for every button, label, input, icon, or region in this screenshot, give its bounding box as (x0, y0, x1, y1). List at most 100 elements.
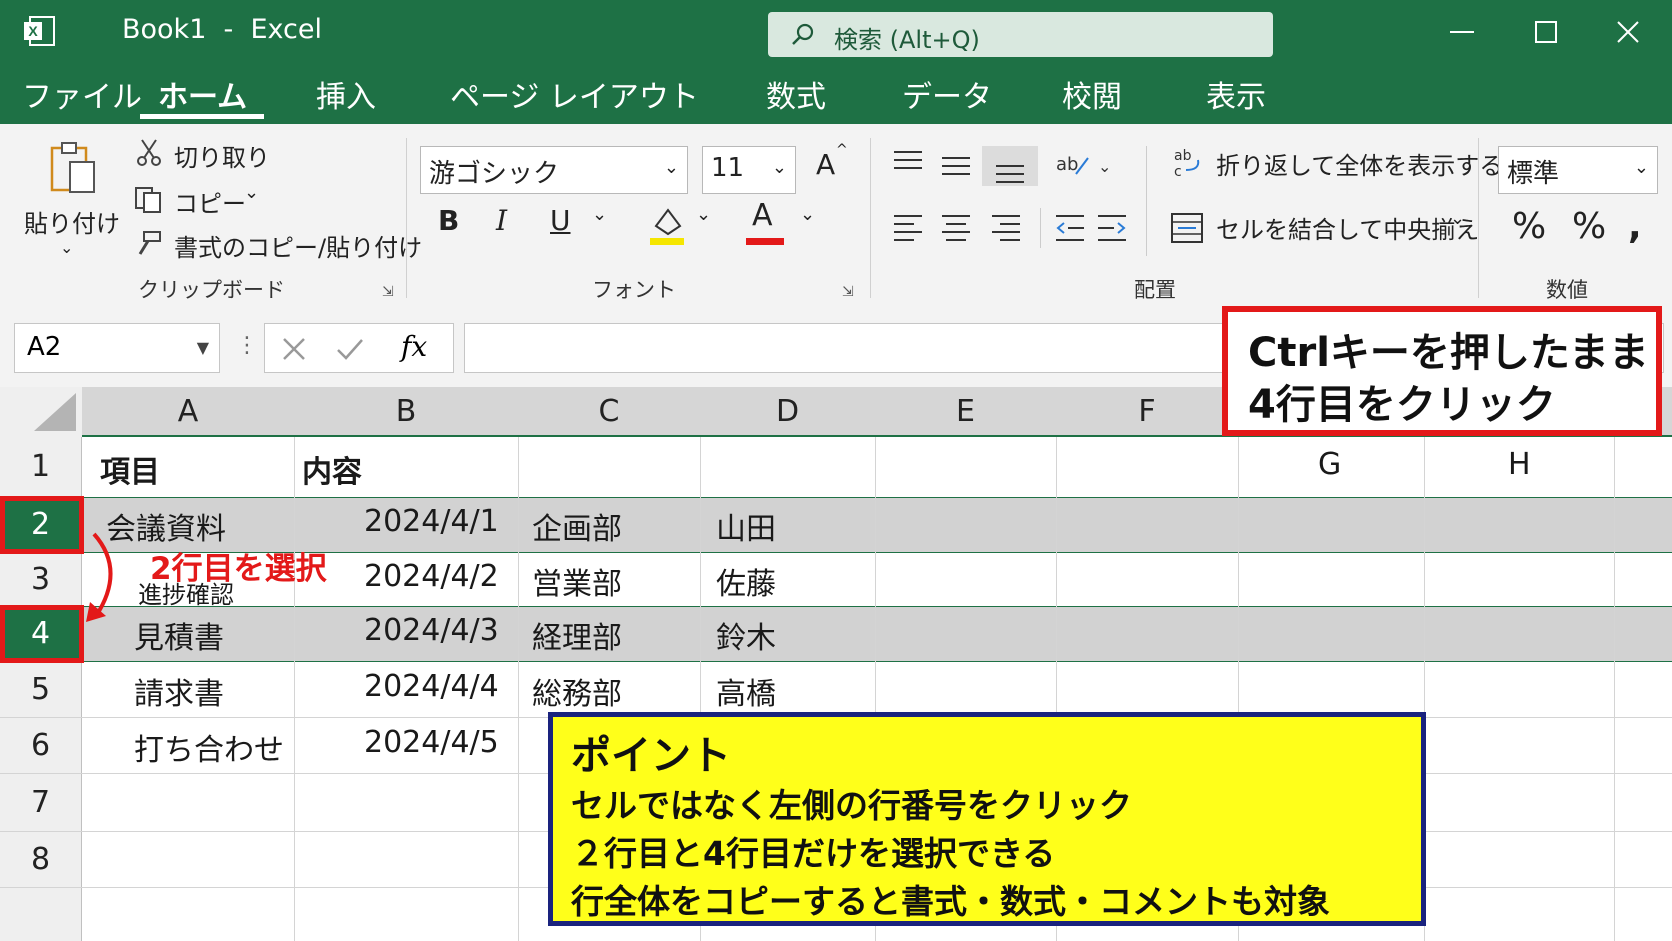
cell-d5[interactable]: 高橋 (716, 669, 776, 713)
merge-center-button[interactable]: セルを結合して中央揃え (1216, 210, 1479, 245)
minimize-icon[interactable] (1442, 12, 1482, 52)
chevron-down-icon[interactable]: ⌄ (800, 204, 815, 225)
tab-home[interactable]: ホーム (158, 72, 247, 116)
copy-button[interactable]: コピー (174, 184, 246, 219)
chevron-down-icon[interactable]: ⌄ (1450, 208, 1465, 229)
cell-b1[interactable]: 内容 (302, 447, 362, 491)
tab-file[interactable]: ファイル (22, 72, 142, 116)
merge-center-icon[interactable] (1170, 212, 1204, 244)
cancel-icon[interactable] (281, 336, 307, 362)
chevron-down-icon[interactable]: ⌄ (60, 238, 73, 257)
tab-formulas[interactable]: 数式 (766, 72, 826, 116)
bold-button[interactable]: B (438, 204, 459, 237)
row-header-9[interactable] (0, 888, 82, 941)
cell-d3[interactable]: 佐藤 (716, 559, 776, 603)
point-line-1: セルではなく左側の行番号をクリック (571, 786, 1132, 825)
row-header-8[interactable]: 8 (0, 832, 82, 887)
caret-down-icon[interactable]: ▼ (197, 338, 209, 357)
currency-format-button[interactable]: % (1512, 206, 1546, 247)
row-header-7[interactable]: 7 (0, 774, 82, 831)
tab-data[interactable]: データ (902, 72, 992, 116)
cell-c2[interactable]: 企画部 (532, 504, 622, 548)
highlight-fill-icon[interactable] (648, 204, 688, 248)
wrap-text-button[interactable]: 折り返して全体を表示する (1216, 146, 1503, 181)
enter-check-icon[interactable] (335, 336, 365, 362)
tab-insert[interactable]: 挿入 (316, 72, 376, 116)
indent-icons[interactable] (1054, 210, 1134, 246)
insert-function-button[interactable]: fx (401, 330, 427, 363)
name-box[interactable]: A2 ▼ (14, 323, 220, 373)
cell-a4[interactable]: 見積書 (134, 613, 224, 657)
dialog-launcher-icon[interactable]: ⇲ (382, 284, 394, 300)
row-header-1[interactable]: 1 (0, 437, 82, 497)
paste-icon[interactable] (48, 140, 100, 198)
search-box[interactable]: 検索 (Alt+Q) (768, 12, 1273, 57)
comma-style-button[interactable]: , (1628, 206, 1642, 247)
select-all-corner[interactable] (0, 387, 82, 437)
column-header-c[interactable]: C (518, 387, 700, 437)
row-header-5[interactable]: 5 (0, 662, 82, 717)
vertical-align-icons[interactable] (892, 146, 1042, 186)
tab-review[interactable]: 校閲 (1062, 72, 1122, 116)
cell-a6[interactable]: 打ち合わせ (134, 725, 284, 769)
font-name-select[interactable]: 游ゴシック ⌄ (420, 146, 688, 194)
row-border (0, 497, 1672, 498)
copy-icon[interactable] (134, 186, 164, 214)
format-painter-button[interactable]: 書式のコピー/貼り付け (174, 228, 422, 263)
format-painter-icon[interactable] (134, 230, 164, 258)
separator (1146, 146, 1147, 256)
row-header-6[interactable]: 6 (0, 718, 82, 773)
underline-button[interactable]: U (550, 204, 571, 237)
grow-font-button[interactable]: A (816, 148, 835, 181)
cell-c3[interactable]: 営業部 (532, 559, 622, 603)
cell-a1[interactable]: 項目 (100, 447, 160, 491)
column-header-a[interactable]: A (82, 387, 294, 437)
tab-page-layout[interactable]: ページ レイアウト (450, 72, 699, 116)
alignment-group-label: 配置 (1134, 278, 1176, 302)
col-border (294, 437, 295, 941)
column-header-f[interactable]: F (1056, 387, 1238, 437)
orientation-icon[interactable]: ab ⌄ (1054, 146, 1114, 182)
close-icon[interactable] (1608, 12, 1648, 52)
percent-style-button[interactable]: % (1572, 206, 1606, 247)
cell-b3[interactable]: 2024/4/2 (364, 559, 499, 594)
cut-button[interactable]: 切り取り (174, 138, 270, 173)
active-tab-indicator (140, 114, 264, 119)
cell-b5[interactable]: 2024/4/4 (364, 669, 499, 704)
svg-text:⌄: ⌄ (1098, 157, 1111, 176)
caret-up-icon: ^ (836, 142, 848, 158)
font-group-label: フォント (592, 278, 676, 302)
italic-button[interactable]: I (496, 204, 507, 237)
name-box-value: A2 (27, 332, 62, 362)
chevron-down-icon[interactable]: ⌄ (696, 204, 711, 225)
font-color-bar (746, 238, 784, 245)
wrap-text-icon[interactable]: ab c (1172, 146, 1206, 180)
dialog-launcher-icon[interactable]: ⇲ (842, 284, 854, 300)
horizontal-align-icons[interactable] (892, 210, 1042, 246)
chevron-down-icon[interactable]: ⌄ (592, 204, 607, 225)
column-header-d[interactable]: D (700, 387, 875, 437)
cell-b4[interactable]: 2024/4/3 (364, 613, 499, 648)
number-format-select[interactable]: 標準 ⌄ (1498, 146, 1658, 194)
cell-b6[interactable]: 2024/4/5 (364, 725, 499, 760)
cell-c5[interactable]: 総務部 (532, 669, 622, 713)
tab-view[interactable]: 表示 (1206, 72, 1266, 116)
chevron-down-icon: ⌄ (771, 157, 787, 178)
font-size-select[interactable]: 11 ⌄ (702, 146, 796, 194)
column-header-b[interactable]: B (294, 387, 518, 437)
chevron-down-icon[interactable]: ⌄ (244, 182, 259, 203)
cell-d2[interactable]: 山田 (716, 504, 776, 548)
column-header-e[interactable]: E (875, 387, 1056, 437)
cell-c4[interactable]: 経理部 (532, 613, 622, 657)
row2-select-label: 2行目を選択 (150, 551, 327, 587)
scissors-icon[interactable] (136, 138, 162, 166)
highlight-color-bar (650, 238, 684, 245)
font-color-button[interactable]: A (752, 198, 773, 233)
paste-button[interactable]: 貼り付け (24, 204, 120, 239)
cell-d4[interactable]: 鈴木 (716, 613, 776, 657)
maximize-icon[interactable] (1526, 12, 1566, 52)
cell-a5[interactable]: 請求書 (134, 669, 224, 713)
ctrl-callout-line1: Ctrlキーを押したまま (1248, 330, 1649, 376)
row-header-3[interactable]: 3 (0, 553, 82, 606)
cell-b2[interactable]: 2024/4/1 (364, 504, 499, 539)
